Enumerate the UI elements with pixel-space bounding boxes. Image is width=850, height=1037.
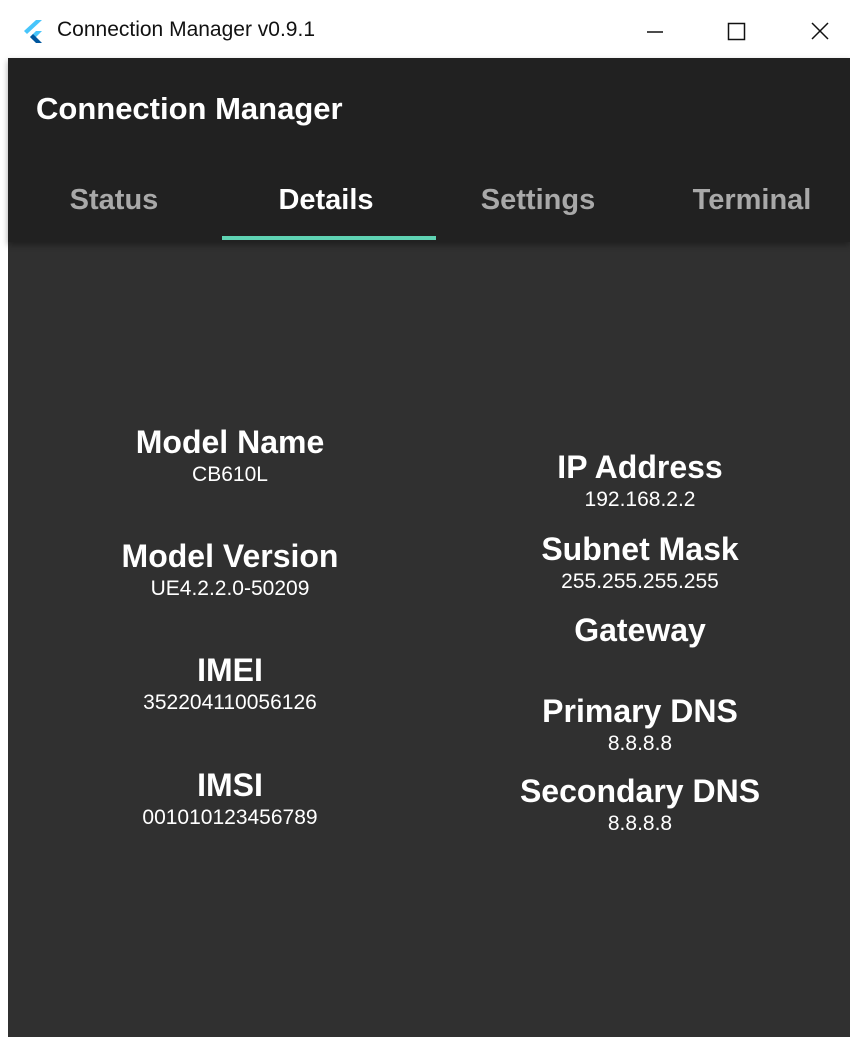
- close-button[interactable]: [795, 9, 845, 53]
- field-value: UE4.2.2.0-50209: [150, 577, 310, 600]
- maximize-button[interactable]: [711, 9, 761, 53]
- field-label: Primary DNS: [542, 693, 738, 729]
- field-label: Model Name: [135, 424, 325, 460]
- field-value: 255.255.255.255: [561, 570, 719, 593]
- app-content: Connection Manager Status Details Settin…: [8, 58, 850, 1037]
- flutter-logo-icon: [24, 20, 42, 43]
- field-value: 192.168.2.2: [584, 488, 696, 511]
- primary-dns-field: Primary DNS 8.8.8.8: [490, 692, 790, 758]
- maximize-icon: [727, 22, 746, 41]
- minimize-button[interactable]: [630, 9, 680, 53]
- field-label: Subnet Mask: [541, 531, 739, 567]
- tab-bar: Status Details Settings Terminal: [8, 170, 850, 242]
- gateway-field: Gateway: [490, 611, 790, 677]
- field-value: CB610L: [192, 463, 268, 486]
- tab-details[interactable]: Details: [220, 170, 432, 242]
- field-value: [490, 649, 790, 677]
- field-label: Gateway: [574, 612, 706, 648]
- field-value: 001010123456789: [142, 806, 318, 829]
- tab-terminal[interactable]: Terminal: [646, 170, 850, 242]
- tab-settings[interactable]: Settings: [432, 170, 644, 242]
- field-label: IMEI: [197, 652, 263, 688]
- close-icon: [811, 22, 829, 40]
- imei-field: IMEI 352204110056126: [80, 651, 380, 717]
- field-label: IMSI: [197, 767, 263, 803]
- imsi-field: IMSI 001010123456789: [80, 766, 380, 832]
- subnet-mask-field: Subnet Mask 255.255.255.255: [490, 530, 790, 596]
- active-tab-indicator: [222, 236, 436, 240]
- field-label: Model Version: [121, 538, 339, 574]
- title-bar[interactable]: Connection Manager v0.9.1: [0, 0, 850, 58]
- field-label: IP Address: [557, 449, 723, 485]
- field-value: 8.8.8.8: [607, 812, 673, 835]
- minimize-icon: [647, 31, 663, 33]
- field-value: 8.8.8.8: [607, 732, 673, 755]
- app-window: Connection Manager v0.9.1 Connection Man…: [0, 0, 850, 1037]
- model-name-field: Model Name CB610L: [80, 423, 380, 489]
- app-title: Connection Manager: [36, 91, 343, 126]
- field-value: 352204110056126: [143, 691, 317, 714]
- field-label: Secondary DNS: [519, 773, 761, 809]
- window-title: Connection Manager v0.9.1: [57, 18, 315, 41]
- tab-status[interactable]: Status: [8, 170, 220, 242]
- secondary-dns-field: Secondary DNS 8.8.8.8: [490, 772, 790, 838]
- model-version-field: Model Version UE4.2.2.0-50209: [80, 537, 380, 603]
- ip-address-field: IP Address 192.168.2.2: [490, 448, 790, 514]
- app-bar: Connection Manager Status Details Settin…: [8, 58, 850, 242]
